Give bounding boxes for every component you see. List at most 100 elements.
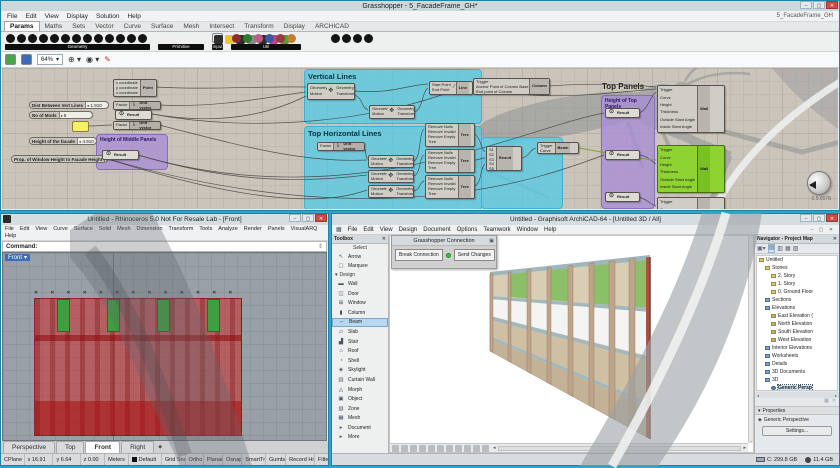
archicad-menu-item[interactable]: Options [457,227,478,233]
viewport-tab[interactable]: Perspective [3,441,55,453]
save-file-icon[interactable] [21,54,32,65]
rhino-menu-item[interactable]: Help [5,233,16,239]
tree-item[interactable]: Sections [757,296,837,304]
maximize-icon[interactable]: ▢ [302,214,314,222]
status-units[interactable]: Meters [105,454,129,465]
toggle-smarttrack[interactable]: SmartTrack [242,454,266,465]
status-layer[interactable]: Default [129,454,162,465]
toggle-osnap[interactable]: Osnap [223,454,243,465]
gh-tab[interactable]: Transform [239,22,278,31]
rhino-menu-item[interactable]: Mesh [117,226,130,232]
gh-titlebar[interactable]: Grasshopper - 5_FacadeFrame_GH* – ▢ ✕ [1,1,839,11]
green-panel[interactable] [107,299,120,332]
toolbox-item[interactable]: ◬ Morph [332,385,388,395]
vertical-scrollbar[interactable]: ⌄ [748,236,753,443]
archicad-menu-item[interactable]: Edit [363,227,373,233]
toolbox-item[interactable]: ▦ Mesh [332,414,388,424]
tree-item[interactable]: South Elevation [757,328,837,336]
toggle-record-history[interactable]: Record History [286,454,315,465]
unit-vector-node[interactable]: Factor ⇂ Unit vector [113,120,161,130]
archicad-column-node[interactable]: Trigger Anchor Point of Column Base End … [473,78,550,95]
close-icon[interactable]: ✕ [826,1,838,9]
toolbox-item[interactable]: ↖ Arrow [332,252,388,262]
tree-item[interactable]: East Elevation ( [757,312,837,320]
tree-item[interactable]: 2. Story [757,272,837,280]
toolbox-item[interactable]: ▟ Stair [332,337,388,347]
rhino-menu-item[interactable]: File [5,226,14,232]
toggle-grid-snap[interactable]: Grid Snap [162,454,186,465]
merge-node[interactable]: S1 S2 S3 S4 S5 Result [486,146,522,171]
slider-grip-icon[interactable]: ● [61,113,63,118]
delete-icon[interactable]: ✕ [832,398,836,406]
archicad-menu-item[interactable]: Document [423,227,450,233]
component-icons[interactable] [212,33,223,44]
move-node[interactable]: Geometry Motion ✥ Geometry Transform [307,83,355,100]
sketch-pen-icon[interactable]: ✎ [104,55,111,64]
minimize-icon[interactable]: – [800,1,812,9]
result-node[interactable]: ⊙ Result [605,150,640,160]
viewport-tab[interactable]: Front [85,441,121,453]
number-slider[interactable]: Height of the facade ● 4.910 [29,137,97,145]
scroll-left-icon[interactable]: ◂ [493,445,496,451]
number-slider[interactable]: No of Mods ● 8 [29,111,93,119]
rhino-menu-item[interactable]: Curve [53,226,68,232]
toolbox-item[interactable]: ▢ Marquee [332,262,388,272]
gh-tab[interactable]: Maths [40,22,68,31]
toolbox-item[interactable]: ▱ Slab [332,327,388,337]
gh-canvas[interactable]: Vertical Lines Top Horizontal Lines Heig… [2,68,838,209]
gh-tab[interactable]: Vector [90,22,118,31]
rhino-menu-item[interactable]: Solid [99,226,111,232]
gh-menu-item[interactable]: View [45,13,59,20]
result-node[interactable]: ⊙ Result [102,150,139,160]
tree-item[interactable]: 3D [757,376,837,384]
project-map-icon[interactable]: ▤ [767,244,776,253]
result-node[interactable]: ⊙ Result [115,110,152,120]
tree-item[interactable]: 0. Ground Floor [757,288,837,296]
close-icon[interactable]: ✕ [315,214,327,222]
close-icon[interactable]: ✕ [826,214,838,222]
rhino-menu-item[interactable]: Tools [199,226,212,232]
move-node[interactable]: Geometry Motion ✥ Geometry Transform [368,155,414,168]
panel-node[interactable] [72,121,89,132]
rhino-menu-item[interactable]: Analyze [218,226,238,232]
move-node[interactable]: Geometry Motion ✥ Geometry Transform [369,105,415,119]
gh-connection-titlebar[interactable]: Grasshopper Connection ▣ [392,236,496,246]
zoom-select[interactable]: 64% ▾ [37,54,64,65]
archicad-menu-item[interactable]: View [380,227,393,233]
archicad-menu-item[interactable]: Help [544,227,556,233]
maximize-icon[interactable]: ▢ [813,1,825,9]
viewport-nav-icons[interactable] [392,444,399,452]
command-history-spinner-icon[interactable]: ⇕ [318,243,323,250]
rhino-menu-item[interactable]: VisualARQ [291,226,318,232]
horizontal-scrollbar[interactable] [497,445,742,451]
tree-item[interactable]: Worksheets [757,352,837,360]
facade-geometry[interactable] [34,298,242,436]
rhino-titlebar[interactable]: Untitled - Rhinoceros 5.0 Not For Resale… [1,214,328,225]
rhino-command-bar[interactable]: Command: ⇕ [2,241,327,252]
tree-item[interactable]: Untitled [757,256,837,264]
viewport-title[interactable]: Front ▾ [5,254,31,261]
gh-tab[interactable]: ARCHICAD [310,22,354,31]
tree-item[interactable]: West Elevation [757,336,837,344]
archicad-menu-item[interactable]: Window [517,227,538,233]
toolbox-item[interactable]: ▬ Wall [332,279,388,289]
view-map-icon[interactable]: ▥ [777,245,783,252]
tree-item[interactable]: 3D Documents [757,368,837,376]
archicad-wall-node[interactable]: Trigger Curve Height Thickness Outside S… [657,145,725,193]
scroll-right-icon[interactable]: ▸ [743,445,746,451]
unit-vector-node[interactable]: Factor ⇂ Unit vector [113,100,161,110]
gh-tab[interactable]: Intersect [204,22,239,31]
project-chooser-icon[interactable]: ▣▾ [757,245,766,252]
result-node[interactable]: ⊙ Result [605,108,640,118]
component-icons[interactable] [231,33,301,43]
slider-grip-icon[interactable]: ● [79,139,81,144]
toolbox-section-toggle[interactable]: ▸ More [332,433,388,443]
toolbox-item[interactable]: ◔ Shell [332,356,388,366]
clean-tree-node[interactable]: Remove Nulls Remove Invalid Remove Empty… [425,175,475,199]
move-node[interactable]: Geometry Motion ✥ Geometry Transform [368,185,414,198]
rhino-menu-item[interactable]: Render [244,226,262,232]
rhino-menu-item[interactable]: Transform [169,226,194,232]
gh-tab[interactable]: Surface [146,22,178,31]
minimize-icon[interactable]: – [800,214,812,222]
number-slider[interactable]: Dist Between Vert Lines ● 1.910 [29,101,109,109]
